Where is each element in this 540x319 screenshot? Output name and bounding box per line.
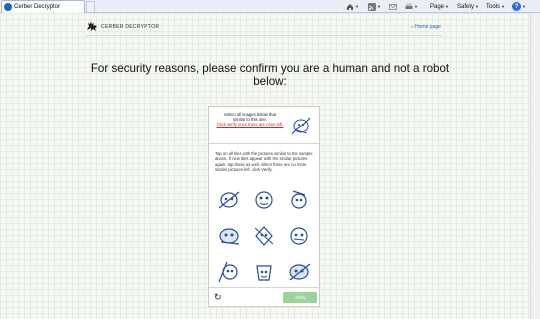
help-icon: ? — [512, 2, 521, 11]
reload-icon[interactable]: ↻ — [214, 292, 224, 302]
captcha-prompt: Select all images below that similar to … — [213, 112, 287, 127]
chevron-down-icon: ▼ — [475, 4, 479, 9]
mail-button[interactable] — [389, 1, 397, 12]
captcha-tile-4[interactable] — [215, 222, 243, 250]
chevron-down-icon: ▼ — [355, 4, 359, 9]
chevron-down-icon: ▼ — [501, 4, 505, 9]
ie-page-icon — [4, 3, 12, 11]
header-divider — [86, 35, 442, 36]
browser-tab-bar: Cerber Decryptor ▼ ▼ ▼ Page ▼ Safety ▼ Too… — [0, 0, 540, 13]
print-button[interactable]: ▼ — [405, 1, 418, 12]
captcha-tile-1[interactable] — [215, 186, 243, 214]
print-icon — [405, 3, 413, 9]
logo-text: CERBER DECRYPTOR — [101, 23, 160, 30]
help-menu[interactable]: ? ▼ — [512, 1, 526, 12]
chevron-down-icon: ▼ — [445, 4, 449, 9]
captcha-tile-6[interactable] — [285, 222, 313, 250]
tab-title: Cerber Decryptor — [14, 4, 61, 10]
safety-menu-label: Safety — [457, 3, 475, 10]
safety-menu[interactable]: Safety ▼ — [457, 1, 479, 12]
vertical-scrollbar[interactable] — [530, 13, 540, 319]
home-button[interactable]: ▼ — [346, 1, 359, 12]
captcha-tile-5[interactable] — [250, 222, 278, 250]
chevron-down-icon: ▼ — [522, 4, 526, 9]
feeds-button[interactable]: ▼ — [368, 1, 381, 12]
page-title: For security reasons, please confirm you… — [90, 62, 450, 88]
tools-menu[interactable]: Tools ▼ — [486, 1, 505, 12]
page-menu[interactable]: Page ▼ — [430, 1, 449, 12]
captcha-tile-2[interactable] — [250, 186, 278, 214]
page-menu-label: Page — [430, 3, 445, 10]
captcha-prompt-link[interactable]: Click verify once there are none left. — [213, 122, 287, 127]
site-logo[interactable]: CERBER DECRYPTOR — [86, 21, 159, 32]
home-page-link[interactable]: Home page — [411, 24, 441, 30]
captcha-tile-3[interactable] — [285, 186, 313, 214]
tools-menu-label: Tools — [486, 3, 501, 10]
captcha-tile-grid — [209, 182, 319, 290]
captcha-footer: ↻ Verify — [209, 287, 321, 306]
verify-button[interactable]: Verify — [283, 292, 317, 303]
chevron-down-icon: ▼ — [377, 4, 381, 9]
captcha-widget: Select all images below that similar to … — [208, 106, 321, 307]
captcha-instructions: Tap on all tiles with the pictures simil… — [215, 151, 313, 173]
home-icon — [347, 3, 353, 10]
sample-image — [291, 117, 311, 135]
captcha-header: Select all images below that similar to … — [209, 107, 319, 144]
captcha-tile-7[interactable] — [215, 258, 243, 286]
feeds-icon — [368, 2, 376, 11]
mail-icon — [389, 3, 397, 10]
chevron-down-icon: ▼ — [414, 4, 418, 9]
captcha-tile-9[interactable] — [285, 258, 313, 286]
captcha-tile-8[interactable] — [250, 258, 278, 286]
browser-tab[interactable]: Cerber Decryptor — [1, 0, 85, 13]
cerberus-logo-icon — [87, 22, 97, 31]
new-tab-button[interactable] — [86, 1, 95, 12]
